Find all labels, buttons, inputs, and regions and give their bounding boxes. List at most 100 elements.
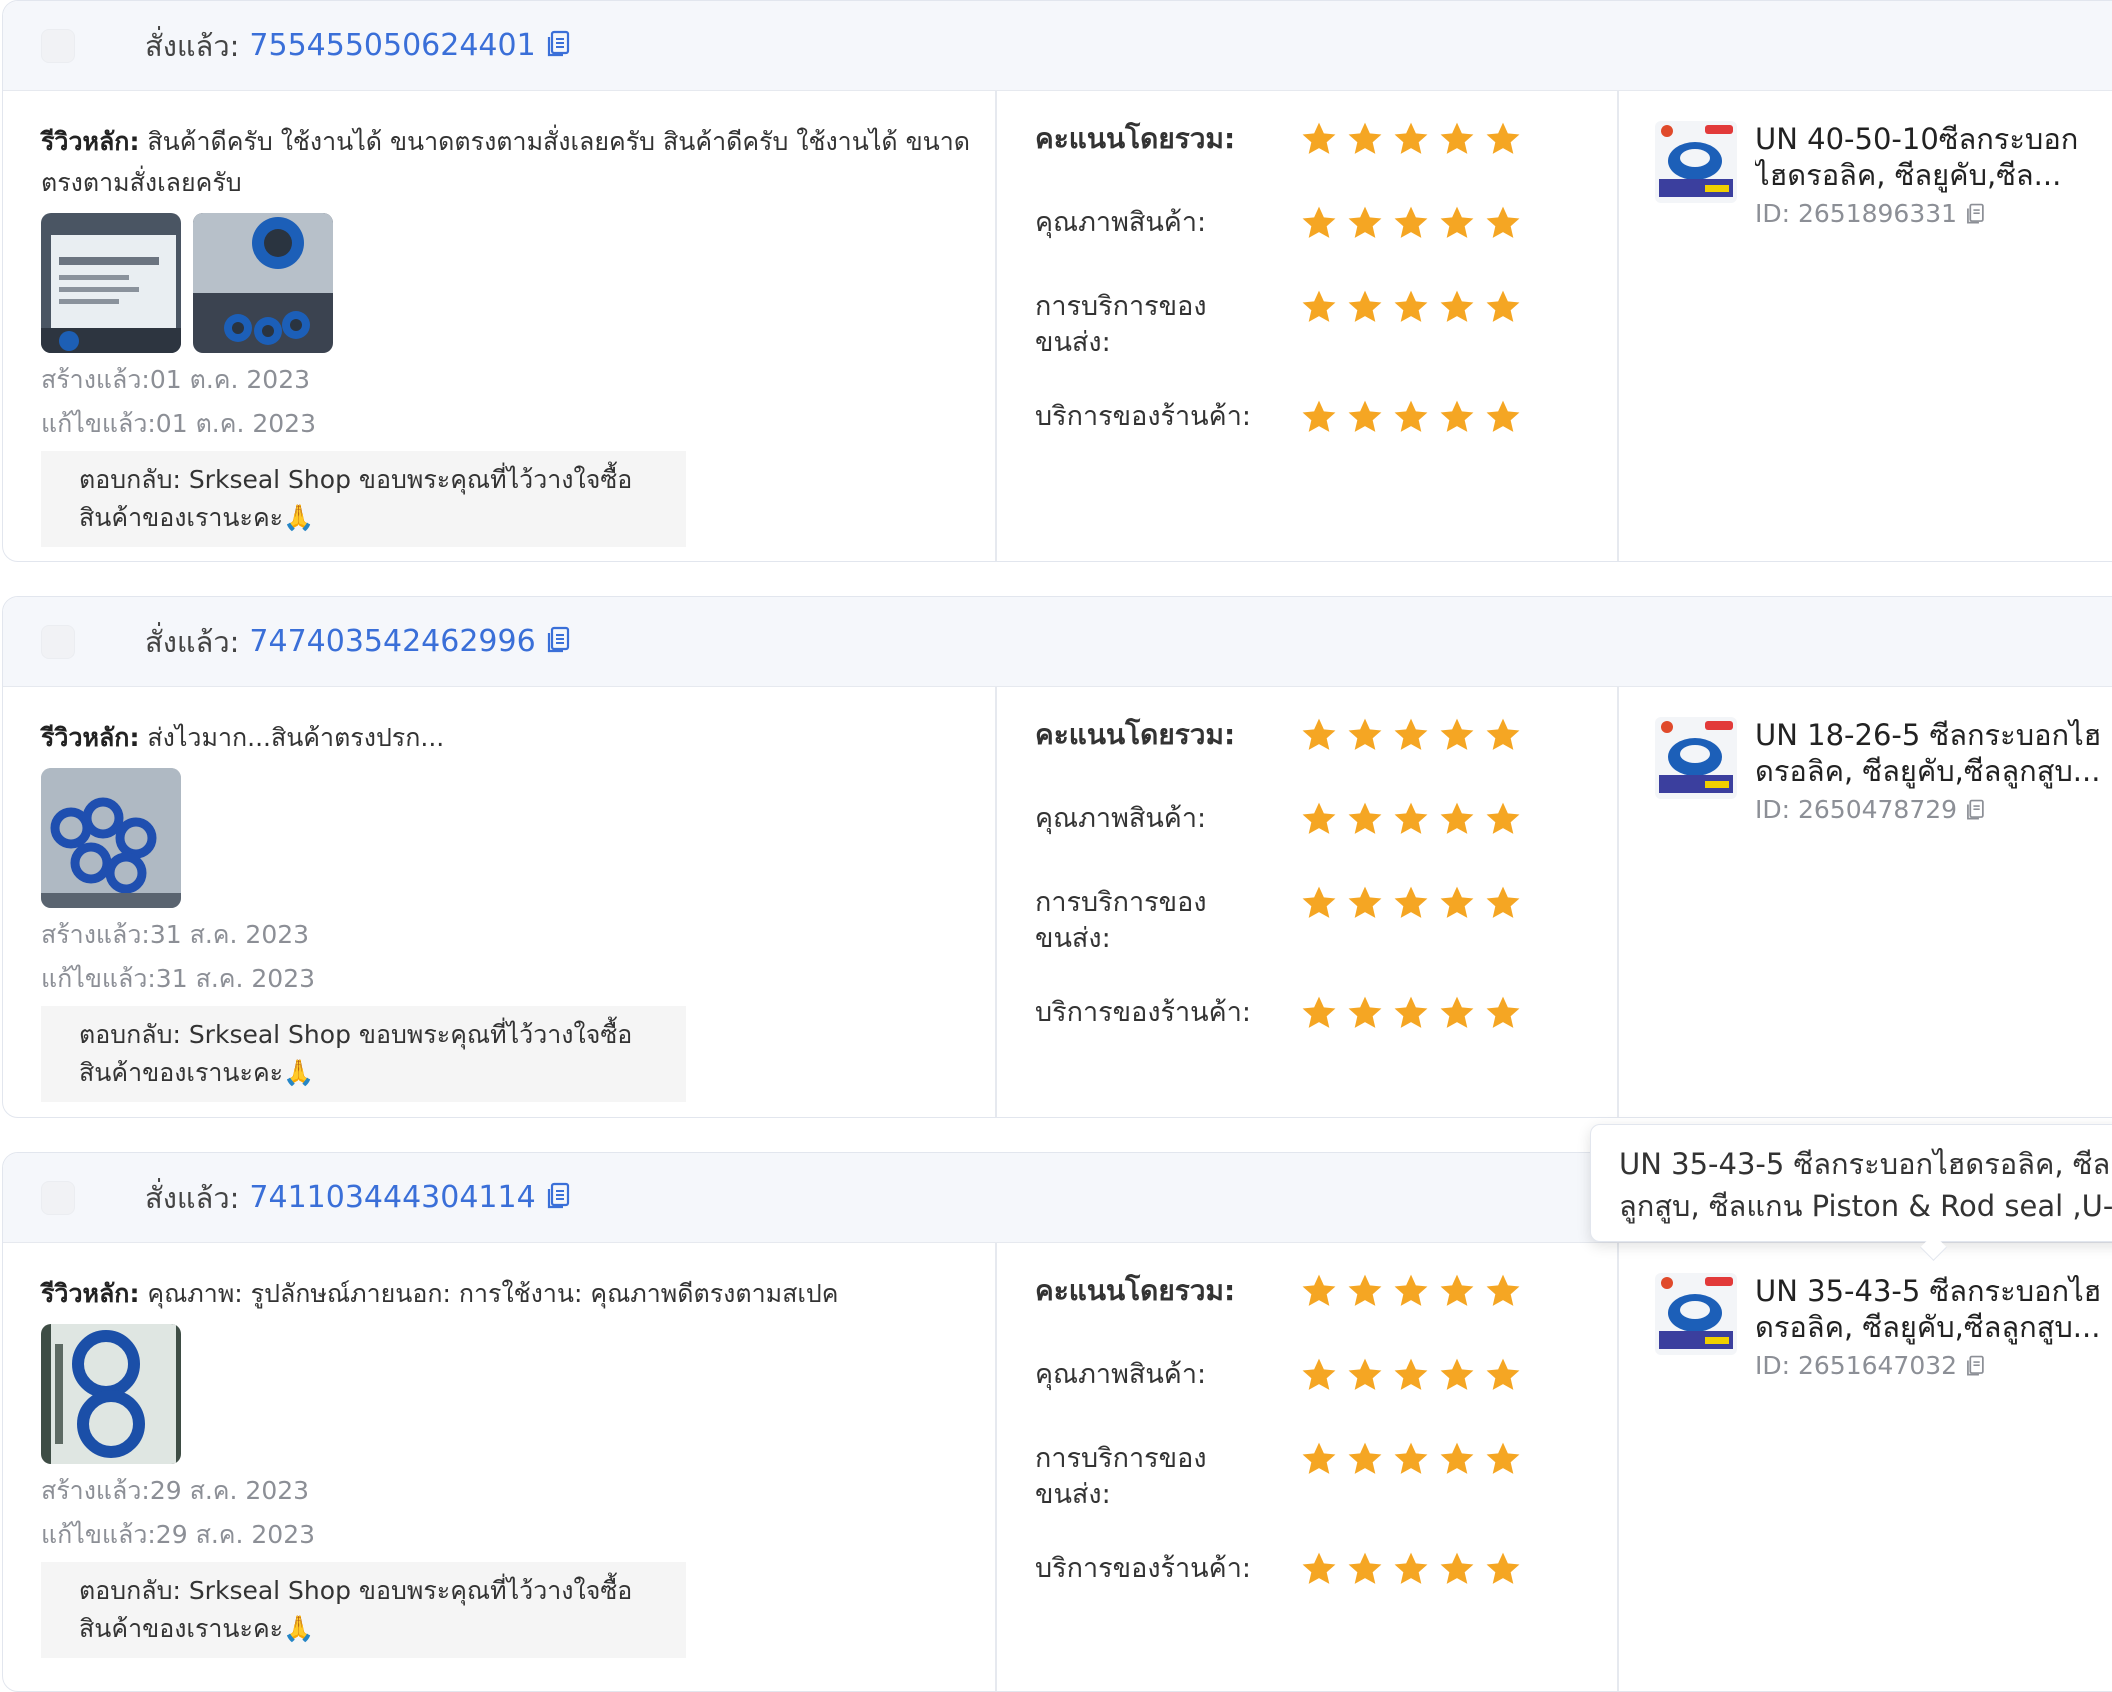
- review-section: รีวิวหลัก: ส่งไวมาก...สินค้าตรงปรก... สร…: [41, 717, 981, 1102]
- star-icon: [1394, 400, 1428, 432]
- star-icon: [1486, 400, 1520, 432]
- star-icon: [1348, 1274, 1382, 1306]
- star-icon: [1486, 1552, 1520, 1584]
- shipping-rating-label: การบริการของขนส่ง:: [1035, 291, 1207, 358]
- star-icon: [1348, 1358, 1382, 1390]
- tooltip-line: UN 35-43-5 ซีลกระบอกไฮดรอลิค, ซีลยูคับ,ซ…: [1619, 1147, 2112, 1181]
- star-icon: [1302, 1442, 1336, 1474]
- shop-service-rating-label: บริการของร้านค้า:: [1035, 1553, 1251, 1584]
- star-rating: [1300, 1551, 1522, 1587]
- star-icon: [1486, 802, 1520, 834]
- created-date: สร้างแล้ว:01 ต.ค. 2023: [41, 365, 311, 394]
- review-section: รีวิวหลัก: สินค้าดีครับ ใช้งานได้ ขนาดตร…: [41, 121, 981, 547]
- edited-date: แก้ไขแล้ว:29 ส.ค. 2023: [41, 1520, 316, 1549]
- star-rating: [1300, 205, 1522, 241]
- star-icon: [1348, 290, 1382, 322]
- star-icon: [1394, 1552, 1428, 1584]
- edited-date: แก้ไขแล้ว:31 ส.ค. 2023: [41, 964, 316, 993]
- star-icon: [1394, 1442, 1428, 1474]
- review-photo[interactable]: [41, 768, 181, 908]
- star-icon: [1348, 206, 1382, 238]
- copy-icon[interactable]: [1965, 199, 1985, 228]
- star-icon: [1302, 1274, 1336, 1306]
- star-icon: [1440, 1274, 1474, 1306]
- star-icon: [1486, 122, 1520, 154]
- star-icon: [1302, 1552, 1336, 1584]
- star-icon: [1394, 886, 1428, 918]
- ratings-section: คะแนนโดยรวม: คุณภาพสินค้า: การบริการของข…: [1035, 1273, 1575, 1635]
- star-rating: [1300, 885, 1522, 921]
- ordered-label: สั่งแล้ว:: [145, 624, 240, 659]
- star-icon: [1486, 718, 1520, 750]
- shipping-rating-label: การบริการของขนส่ง:: [1035, 887, 1207, 954]
- created-date: สร้างแล้ว:29 ส.ค. 2023: [41, 1476, 310, 1505]
- product-title[interactable]: UN 40-50-10ซีลกระบอก ไฮดรอลิค, ซีลยูคับ,ซ…: [1755, 121, 2112, 193]
- order-number-link[interactable]: 747403542462996: [249, 624, 535, 659]
- star-icon: [1348, 886, 1382, 918]
- star-rating: [1300, 399, 1522, 435]
- product-thumbnail[interactable]: [1655, 717, 1737, 799]
- star-icon: [1440, 1442, 1474, 1474]
- star-icon: [1348, 400, 1382, 432]
- star-icon: [1302, 206, 1336, 238]
- star-icon: [1302, 886, 1336, 918]
- star-icon: [1394, 290, 1428, 322]
- column-divider: [995, 687, 997, 1117]
- edited-date: แก้ไขแล้ว:01 ต.ค. 2023: [41, 409, 316, 438]
- star-icon: [1302, 996, 1336, 1028]
- product-id: ID: 2650478729: [1755, 795, 1985, 824]
- column-divider: [1617, 1243, 1619, 1691]
- star-icon: [1348, 1442, 1382, 1474]
- star-icon: [1486, 1442, 1520, 1474]
- select-checkbox[interactable]: [41, 28, 75, 63]
- star-icon: [1486, 290, 1520, 322]
- star-icon: [1440, 1552, 1474, 1584]
- created-date: สร้างแล้ว:31 ส.ค. 2023: [41, 920, 310, 949]
- star-icon: [1486, 206, 1520, 238]
- overall-rating-label: คะแนนโดยรวม:: [1035, 718, 1236, 751]
- star-icon: [1394, 718, 1428, 750]
- review-photo[interactable]: [41, 1324, 181, 1464]
- shop-reply: ตอบกลับ: Srkseal Shop ขอบพระคุณที่ไว้วาง…: [41, 1006, 686, 1102]
- product-title[interactable]: UN 35-43-5 ซีลกระบอกไฮ ดรอลิค, ซีลยูคับ,ซ…: [1755, 1273, 2112, 1345]
- copy-icon[interactable]: [546, 1182, 570, 1214]
- review-photo[interactable]: [193, 213, 333, 353]
- review-text: รีวิวหลัก: คุณภาพ: รูปลักษณ์ภายนอก: การใ…: [41, 1273, 981, 1314]
- select-checkbox[interactable]: [41, 1180, 75, 1215]
- copy-icon[interactable]: [1965, 795, 1985, 824]
- overall-rating-label: คะแนนโดยรวม:: [1035, 1274, 1236, 1307]
- main-review-label: รีวิวหลัก:: [41, 723, 140, 752]
- product-title[interactable]: UN 18-26-5 ซีลกระบอกไฮ ดรอลิค, ซีลยูคับ,ซ…: [1755, 717, 2112, 789]
- product-thumbnail[interactable]: [1655, 1273, 1737, 1355]
- review-content: คุณภาพ: รูปลักษณ์ภายนอก: การใช้งาน: คุณภ…: [147, 1279, 839, 1308]
- star-icon: [1486, 1358, 1520, 1390]
- copy-icon[interactable]: [546, 30, 570, 62]
- order-number-link[interactable]: 755455050624401: [249, 28, 535, 63]
- column-divider: [995, 1243, 997, 1691]
- star-rating: [1300, 717, 1522, 753]
- copy-icon[interactable]: [1965, 1351, 1985, 1380]
- main-review-label: รีวิวหลัก:: [41, 127, 140, 156]
- copy-icon[interactable]: [546, 626, 570, 658]
- star-icon: [1348, 996, 1382, 1028]
- order-header: สั่งแล้ว: 747403542462996: [3, 597, 2112, 687]
- star-icon: [1440, 400, 1474, 432]
- product-thumbnail[interactable]: [1655, 121, 1737, 203]
- star-rating: [1300, 1357, 1522, 1393]
- review-photo[interactable]: [41, 213, 181, 353]
- star-icon: [1440, 718, 1474, 750]
- quality-rating-label: คุณภาพสินค้า:: [1035, 1359, 1207, 1390]
- star-icon: [1440, 886, 1474, 918]
- star-rating: [1300, 1273, 1522, 1309]
- ordered-label: สั่งแล้ว:: [145, 1180, 240, 1215]
- order-number-link[interactable]: 741103444304114: [249, 1180, 535, 1215]
- select-checkbox[interactable]: [41, 624, 75, 659]
- review-content: ส่งไวมาก...สินค้าตรงปรก...: [147, 723, 445, 752]
- star-icon: [1440, 290, 1474, 322]
- shop-service-rating-label: บริการของร้านค้า:: [1035, 401, 1251, 432]
- shop-reply: ตอบกลับ: Srkseal Shop ขอบพระคุณที่ไว้วาง…: [41, 451, 686, 547]
- star-icon: [1394, 1274, 1428, 1306]
- shipping-rating-label: การบริการของขนส่ง:: [1035, 1443, 1207, 1510]
- review-text: รีวิวหลัก: ส่งไวมาก...สินค้าตรงปรก...: [41, 717, 981, 758]
- shop-reply: ตอบกลับ: Srkseal Shop ขอบพระคุณที่ไว้วาง…: [41, 1562, 686, 1658]
